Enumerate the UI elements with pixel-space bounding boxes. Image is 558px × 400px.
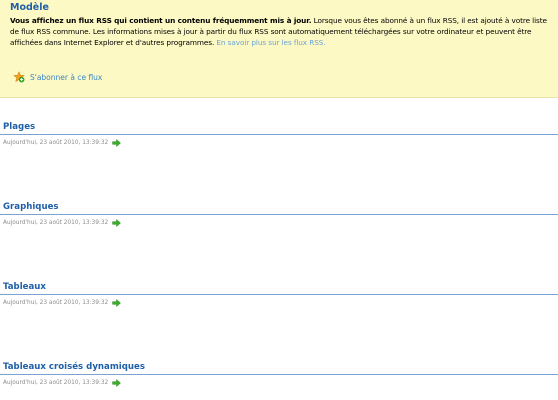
- feed-item-title[interactable]: Plages: [3, 122, 35, 132]
- green-arrow-icon[interactable]: [112, 299, 122, 307]
- feed-item-title[interactable]: Tableaux: [3, 282, 46, 292]
- item-divider: [0, 294, 558, 295]
- feed-info-banner: Modèle Vous affichez un flux RSS qui con…: [0, 0, 558, 98]
- feed-item-date: Aujourd'hui, 23 août 2010, 13:39:32: [3, 379, 122, 387]
- green-arrow-icon[interactable]: [112, 379, 122, 387]
- feed-item-date-text: Aujourd'hui, 23 août 2010, 13:39:32: [3, 300, 109, 306]
- subscribe-label: S'abonner à ce flux: [30, 72, 103, 82]
- green-arrow-icon[interactable]: [112, 219, 122, 227]
- subscribe-link[interactable]: S'abonner à ce flux: [13, 71, 102, 83]
- feed-item-date-text: Aujourd'hui, 23 août 2010, 13:39:32: [3, 380, 109, 386]
- item-divider: [0, 134, 558, 135]
- feed-item-date-text: Aujourd'hui, 23 août 2010, 13:39:32: [3, 140, 109, 146]
- feed-item-title[interactable]: Graphiques: [3, 202, 59, 212]
- feed-item-date: Aujourd'hui, 23 août 2010, 13:39:32: [3, 139, 122, 147]
- feed-item-date-text: Aujourd'hui, 23 août 2010, 13:39:32: [3, 220, 109, 226]
- learn-more-link[interactable]: En savoir plus sur les flux RSS.: [216, 38, 325, 47]
- subscribe-star-icon: [13, 71, 25, 83]
- feed-item-title[interactable]: Tableaux croisés dynamiques: [3, 362, 145, 372]
- banner-description-bold: Vous affichez un flux RSS qui contient u…: [10, 16, 312, 25]
- feed-item-date: Aujourd'hui, 23 août 2010, 13:39:32: [3, 219, 122, 227]
- green-arrow-icon[interactable]: [112, 139, 122, 147]
- item-divider: [0, 374, 558, 375]
- item-divider: [0, 214, 558, 215]
- feed-item-date: Aujourd'hui, 23 août 2010, 13:39:32: [3, 299, 122, 307]
- banner-description: Vous affichez un flux RSS qui contient u…: [10, 15, 555, 48]
- banner-title: Modèle: [10, 2, 49, 13]
